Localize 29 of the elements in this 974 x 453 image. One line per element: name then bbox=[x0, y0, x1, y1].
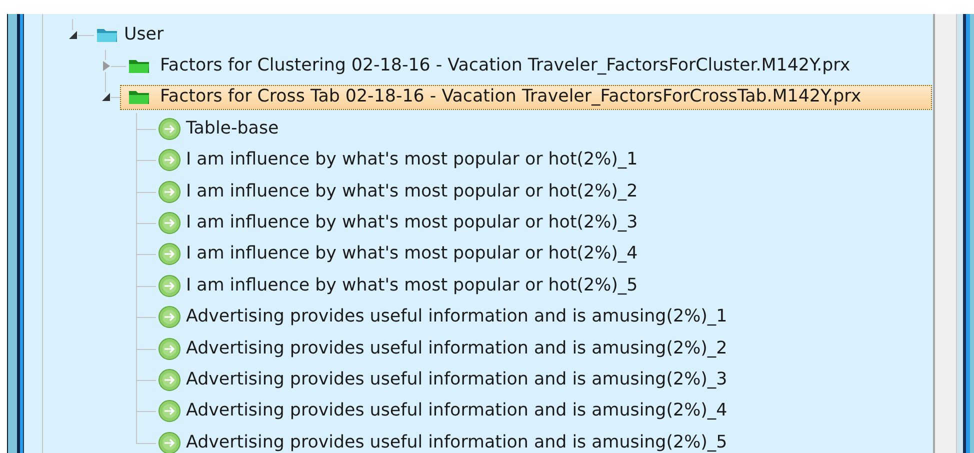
tree-item-label[interactable]: Factors for Cross Tab 02-18-16 - Vacation Traveler_FactorsForCrossTab.M142Y.prx bbox=[160, 88, 862, 106]
tree-item-label[interactable]: Advertising provides useful information and is amusing(2%)_3 bbox=[186, 371, 728, 389]
arrow-circle-icon bbox=[158, 337, 181, 360]
arrow-circle-icon bbox=[158, 400, 181, 423]
tree-item-label[interactable]: Advertising provides useful information and is amusing(2%)_4 bbox=[186, 402, 728, 420]
tree-item-label[interactable]: Advertising provides useful information and is amusing(2%)_1 bbox=[186, 308, 728, 326]
tree-item-label[interactable]: Table-base bbox=[186, 120, 279, 138]
tree-item-label[interactable]: User bbox=[124, 26, 164, 44]
arrow-circle-icon bbox=[158, 368, 181, 392]
collapse-arrow-icon[interactable] bbox=[100, 92, 110, 102]
tree-item-label[interactable]: Advertising provides useful information and is amusing(2%)_5 bbox=[186, 434, 728, 452]
arrow-circle-icon bbox=[158, 242, 181, 266]
tree-item-label[interactable]: I am influence by what's most popular or hot(2%)_4 bbox=[186, 246, 638, 264]
arrow-circle-icon bbox=[158, 148, 181, 172]
tree-item-label[interactable]: Advertising provides useful information and is amusing(2%)_2 bbox=[186, 340, 728, 358]
arrow-circle-icon bbox=[158, 274, 181, 298]
tree-item-label[interactable]: I am influence by what's most popular or hot(2%)_3 bbox=[186, 214, 638, 232]
arrow-circle-icon bbox=[158, 306, 181, 329]
tree-item-label[interactable]: Factors for Clustering 02-18-16 - Vacation Traveler_FactorsForCluster.M142Y.prx bbox=[160, 57, 850, 75]
folder-icon bbox=[96, 26, 118, 43]
tree-item-label[interactable]: I am influence by what's most popular or hot(2%)_2 bbox=[186, 182, 638, 200]
folder-icon bbox=[128, 89, 150, 106]
tree-item-label[interactable]: I am influence by what's most popular or hot(2%)_1 bbox=[186, 152, 638, 169]
tree-item-label[interactable]: I am influence by what's most popular or hot(2%)_5 bbox=[186, 277, 638, 295]
arrow-circle-icon bbox=[158, 180, 181, 204]
arrow-circle-icon bbox=[158, 117, 181, 140]
folder-icon bbox=[128, 58, 150, 74]
collapse-arrow-icon[interactable] bbox=[68, 30, 78, 40]
arrow-circle-icon bbox=[158, 212, 181, 235]
